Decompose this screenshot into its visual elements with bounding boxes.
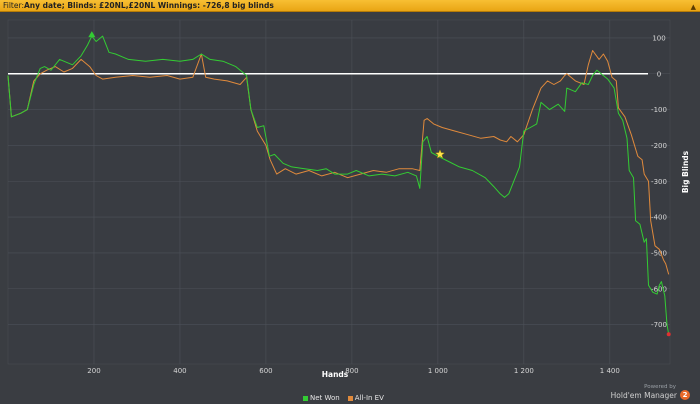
legend: Net Won All-In EV <box>303 394 384 402</box>
legend-label-net-won: Net Won <box>310 394 340 402</box>
legend-swatch-all-in-ev <box>347 395 353 401</box>
end-dot-marker <box>666 332 671 337</box>
y-tick-label: -200 <box>651 142 667 150</box>
filter-text: Any date; Blinds: £20NL,£20NL Winnings: … <box>23 1 274 10</box>
y-tick-label: -100 <box>651 106 667 114</box>
hm-logo-icon: 2 <box>680 390 690 400</box>
line-chart: 200 400 600 800 1 000 1 200 1 400 1000-100-200… <box>7 19 690 379</box>
legend-item-net-won[interactable]: Net Won <box>303 394 340 402</box>
x-tick-label: 200 <box>87 367 100 375</box>
filter-bar: Filter:Any date; Blinds: £20NL,£20NL Win… <box>0 0 700 12</box>
brand-name: Hold'em Manager <box>610 390 677 400</box>
y-axis-title: Big Blinds <box>681 150 690 193</box>
x-axis-title: Hands <box>322 370 349 379</box>
y-tick-label: -500 <box>651 249 667 257</box>
legend-item-all-in-ev[interactable]: All-In EV <box>347 394 384 402</box>
y-tick-label: -400 <box>651 214 667 222</box>
filter-prefix: Filter: <box>3 1 24 10</box>
x-tick-label: 1 000 <box>428 367 448 375</box>
y-tick-label: -300 <box>651 178 667 186</box>
y-tick-label: -700 <box>651 321 667 329</box>
plot-area <box>7 19 671 365</box>
x-tick-label: 1 200 <box>514 367 534 375</box>
x-tick-label: 1 400 <box>600 367 620 375</box>
brand: Powered by Hold'em Manager 2 <box>611 384 690 400</box>
legend-label-all-in-ev: All-In EV <box>354 394 384 402</box>
y-tick-label: 100 <box>652 34 665 42</box>
x-tick-label: 400 <box>173 367 186 375</box>
x-tick-label: 600 <box>259 367 272 375</box>
legend-swatch-net-won <box>303 395 308 401</box>
y-tick-label: 0 <box>657 70 661 78</box>
x-axis: 200 400 600 800 1 000 1 200 1 400 <box>87 367 620 375</box>
